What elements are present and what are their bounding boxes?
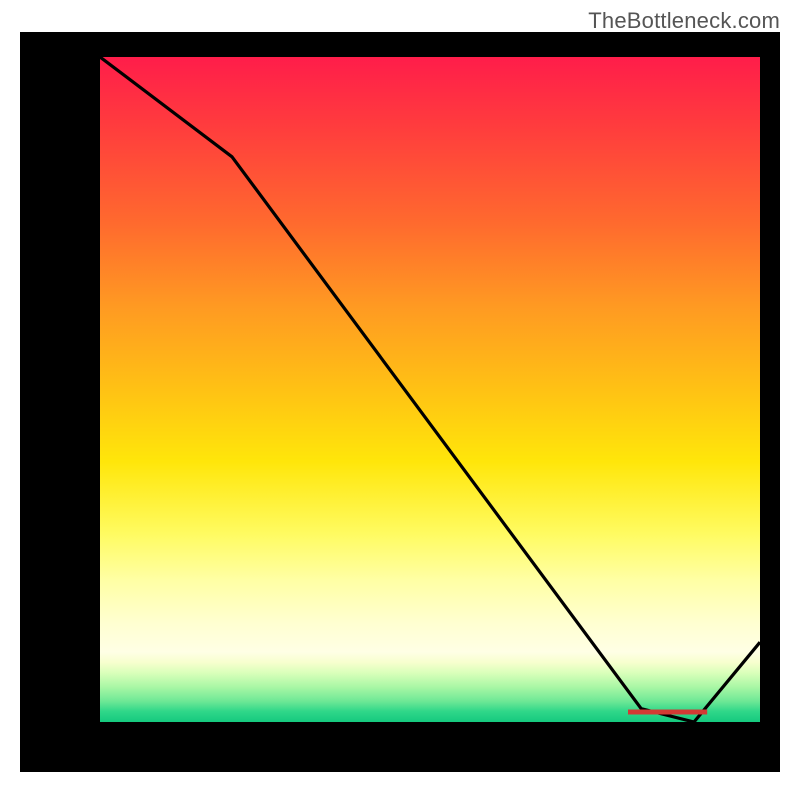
chart-panel (100, 57, 760, 722)
bottleneck-curve (100, 57, 760, 722)
watermark-text: TheBottleneck.com (588, 8, 780, 34)
chart-frame (20, 32, 780, 772)
chart-svg (100, 57, 760, 722)
